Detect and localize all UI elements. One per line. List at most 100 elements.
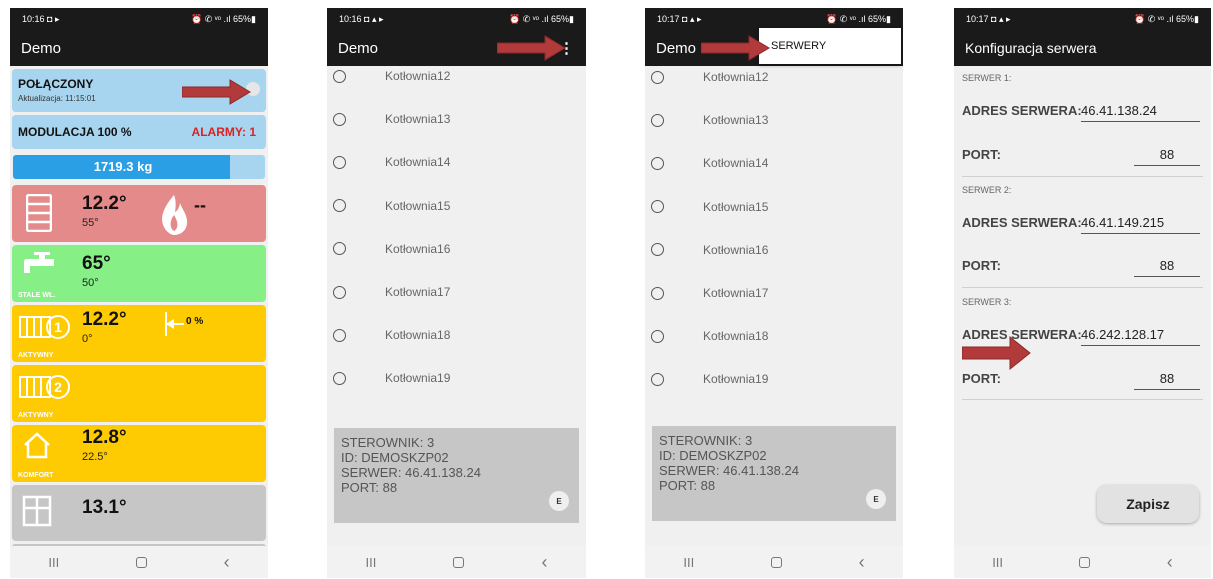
annotation-arrow — [497, 35, 566, 61]
radio-button[interactable] — [333, 242, 346, 256]
radio-button[interactable] — [333, 371, 346, 385]
radio-button[interactable] — [651, 286, 664, 300]
radio-button[interactable] — [651, 200, 664, 214]
circuit-2-tile[interactable]: 2 AKTYWNY — [12, 365, 266, 422]
home-button[interactable] — [135, 556, 147, 568]
list-item[interactable]: Kotłownia13 — [645, 110, 903, 130]
recent-apps-button[interactable]: III — [683, 555, 694, 570]
room-thermostat-tile[interactable]: 12.8° 22.5° KOMFORT — [12, 425, 266, 482]
annotation-arrow — [182, 79, 251, 105]
list-item-label: Kotłownia12 — [385, 69, 451, 83]
hot-water-tile[interactable]: 65° 50° STALE WŁ. — [12, 245, 266, 302]
divider — [962, 176, 1203, 177]
app-bar: Demo — [10, 30, 268, 66]
radio-button[interactable] — [651, 329, 664, 343]
home-button[interactable] — [453, 556, 465, 568]
radio-button[interactable] — [333, 69, 346, 83]
phone-screen-server-config: 10:17 ◘ ▴ ▸ ⏰ ✆ ᵛᵒ .ıl 65%▮ Konfiguracja… — [954, 8, 1211, 578]
circuit-2-mode: AKTYWNY — [18, 412, 54, 419]
annotation-arrow — [962, 336, 1031, 370]
modulation-label: MODULACJA 100 % — [18, 125, 132, 139]
info-id: ID: DEMOSKZP02 — [659, 448, 767, 463]
server-2-port-field[interactable]: 88 — [1134, 258, 1200, 277]
list-item[interactable]: Kotłownia17 — [327, 282, 586, 302]
radio-button[interactable] — [651, 372, 664, 386]
circuit-1-tile[interactable]: 1 12.2° 0° 0 % AKTYWNY — [12, 305, 266, 362]
room-mode: KOMFORT — [18, 472, 54, 479]
modulation-tile[interactable]: MODULACJA 100 % ALARMY: 1 — [12, 115, 266, 149]
info-controller: STEROWNIK: 3 — [659, 433, 753, 448]
list-item[interactable]: Kotłownia12 — [327, 66, 586, 86]
status-time: 10:17 — [657, 13, 680, 24]
boiler-setpoint: 55° — [82, 217, 99, 229]
radio-button[interactable] — [651, 70, 664, 84]
radio-button[interactable] — [333, 199, 346, 213]
circuit-1-icon: 1 — [19, 315, 70, 339]
server-1-port-field[interactable]: 88 — [1134, 147, 1200, 166]
radiator-icon — [26, 194, 52, 232]
list-item[interactable]: Kotłownia14 — [645, 153, 903, 173]
list-item-label: Kotłownia17 — [385, 285, 451, 299]
outside-temp-tile[interactable]: 13.1° — [12, 485, 266, 541]
radio-button[interactable] — [333, 155, 346, 169]
fuel-level-value: 1719.3 kg — [93, 159, 153, 174]
outside-temp: 13.1° — [82, 497, 127, 518]
valve-icon — [165, 312, 184, 336]
list-item[interactable]: Kotłownia13 — [327, 109, 586, 129]
home-button[interactable] — [770, 556, 782, 568]
back-button[interactable]: ‹ — [859, 552, 865, 573]
home-button[interactable] — [1079, 556, 1091, 568]
radio-button[interactable] — [333, 285, 346, 299]
edit-button[interactable]: E — [549, 491, 569, 511]
list-item[interactable]: Kotłownia14 — [327, 152, 586, 172]
water-temp: 65° — [82, 253, 111, 274]
menu-item-servers[interactable]: SERWERY — [771, 40, 826, 52]
radio-button[interactable] — [651, 113, 664, 127]
boiler-tile[interactable]: 12.2° 55° -- — [12, 185, 266, 242]
list-item[interactable]: Kotłownia15 — [645, 197, 903, 217]
list-item[interactable]: Kotłownia18 — [327, 325, 586, 345]
edit-button[interactable]: E — [866, 489, 886, 509]
info-controller: STEROWNIK: 3 — [341, 435, 435, 450]
recent-apps-button[interactable]: III — [366, 555, 377, 570]
server-1-address-field[interactable]: 46.41.138.24 — [1081, 103, 1200, 122]
alarms-label[interactable]: ALARMY: 1 — [192, 125, 256, 139]
server-2-address-field[interactable]: 46.41.149.215 — [1081, 215, 1200, 234]
list-item-label: Kotłownia19 — [385, 371, 451, 386]
save-button[interactable]: Zapisz — [1097, 485, 1199, 523]
info-id: ID: DEMOSKZP02 — [341, 450, 449, 465]
list-item-label: Kotłownia16 — [703, 242, 769, 257]
app-title: Demo — [21, 39, 62, 57]
room-temp: 12.8° — [82, 427, 127, 448]
controller-info-box: STEROWNIK: 3 ID: DEMOSKZP02 SERWER: 46.4… — [334, 428, 579, 523]
info-server: SERWER: 46.41.138.24 — [659, 463, 799, 478]
status-time: 10:16 — [339, 13, 362, 24]
server-3-port-field[interactable]: 88 — [1134, 371, 1200, 390]
list-item[interactable]: Kotłownia15 — [327, 196, 586, 216]
list-item[interactable]: Kotłownia16 — [645, 240, 903, 260]
back-button[interactable]: ‹ — [224, 552, 230, 573]
tap-icon — [24, 252, 54, 273]
recent-apps-button[interactable]: III — [992, 555, 1003, 570]
fuel-level-bar[interactable]: 1719.3 kg — [13, 155, 265, 179]
list-item[interactable]: Kotłownia18 — [645, 326, 903, 346]
back-button[interactable]: ‹ — [541, 552, 547, 573]
svg-text:2: 2 — [54, 379, 62, 395]
status-bar: 10:16 ◘ ▴ ▸ ⏰ ✆ ᵛᵒ .ıl 65%▮ — [327, 8, 586, 30]
list-item[interactable]: Kotłownia19 — [645, 369, 903, 389]
list-item[interactable]: Kotłownia16 — [327, 239, 586, 259]
app-title: Demo — [656, 39, 697, 57]
radio-button[interactable] — [651, 156, 664, 170]
server-3-address-field[interactable]: 46.242.128.17 — [1081, 327, 1200, 346]
radio-button[interactable] — [651, 243, 664, 257]
back-button[interactable]: ‹ — [1167, 552, 1173, 573]
list-item[interactable]: Kotłownia17 — [645, 283, 903, 303]
divider — [962, 399, 1203, 400]
radio-button[interactable] — [333, 112, 346, 126]
status-time: 10:16 — [22, 13, 45, 24]
recent-apps-button[interactable]: III — [48, 555, 59, 570]
server-1-section: SERWER 1: — [962, 73, 1012, 83]
list-item[interactable]: Kotłownia19 — [327, 368, 586, 388]
list-item[interactable]: Kotłownia12 — [645, 67, 903, 87]
radio-button[interactable] — [333, 328, 346, 342]
